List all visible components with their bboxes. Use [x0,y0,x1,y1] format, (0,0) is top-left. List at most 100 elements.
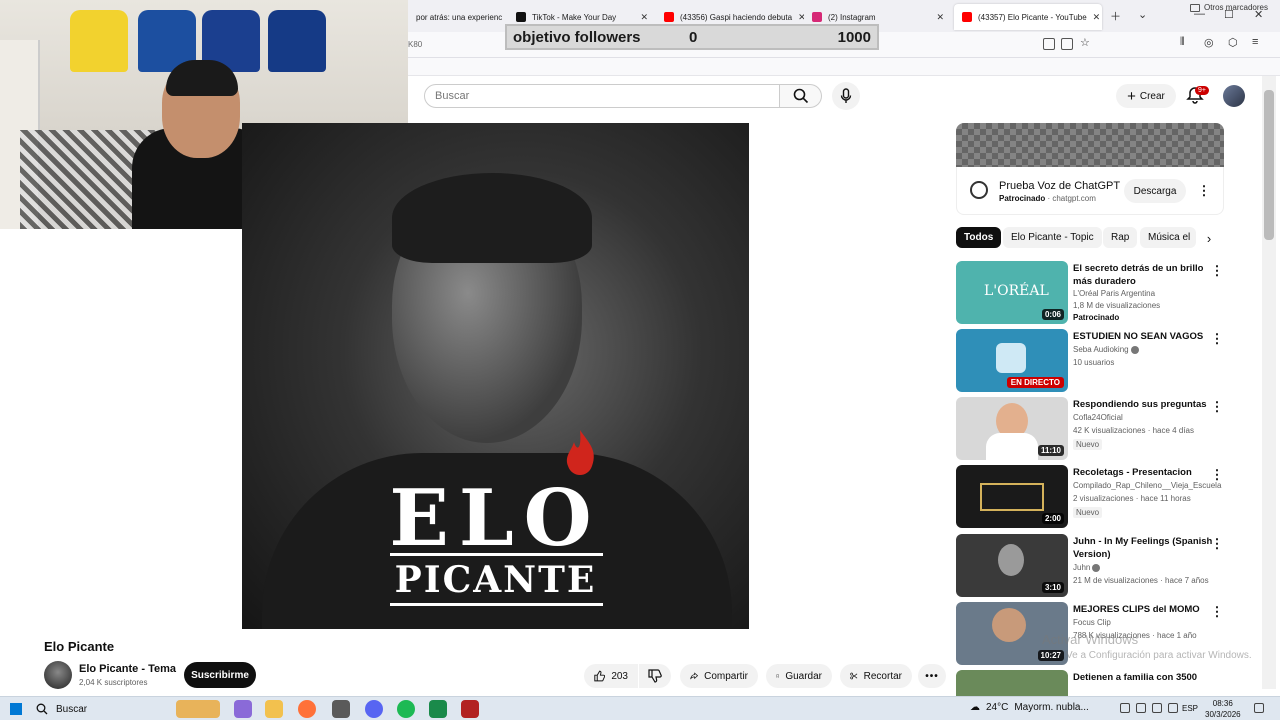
recommendation-item[interactable]: 2:00 Recoletags - Presentacion Compilado… [956,465,1226,529]
taskbar-widget-image[interactable] [176,700,220,718]
share-button[interactable]: Compartir [680,664,758,688]
taskbar-weather[interactable]: ☁ 24°C Mayorm. nubla... [970,702,1089,713]
close-icon[interactable]: ✕ [640,12,648,23]
account-avatar[interactable] [1223,85,1245,107]
video-title[interactable]: Juhn - In My Feelings (Spanish Version) [1073,535,1223,561]
channel-avatar[interactable] [44,661,72,689]
recommendation-item[interactable]: L'ORÉAL 0:06 El secreto detrás de un bri… [956,261,1226,325]
search-button[interactable] [780,84,822,108]
bookmark-star-icon[interactable]: ☆ [1080,36,1090,49]
more-vertical-icon[interactable]: ⋮ [1197,184,1211,198]
file-explorer-icon[interactable] [265,700,283,718]
save-label: Guardar [785,670,822,682]
more-vertical-icon[interactable]: ⋮ [1210,264,1224,278]
channel-name[interactable]: Focus Clip [1073,618,1111,627]
firefox-icon[interactable] [298,700,316,718]
recommendation-item[interactable]: 3:10 Juhn - In My Feelings (Spanish Vers… [956,534,1226,598]
recommendation-item[interactable]: 11:10 Respondiendo sus preguntas Cofla24… [956,397,1226,461]
search-icon [793,88,808,104]
ad-title[interactable]: Prueba Voz de ChatGPT [999,180,1120,192]
scrollbar-thumb[interactable] [1264,90,1274,240]
browser-tab-1[interactable]: por atrás: una experienc ✕ [408,4,508,30]
subscriber-count: 2,04 K suscriptores [79,678,148,687]
copilot-icon[interactable] [234,700,252,718]
recommendation-item[interactable]: Detienen a familia con 3500 [956,670,1226,696]
extensions-icon[interactable]: ⬡ [1228,36,1238,49]
like-button[interactable]: 203 [584,664,638,688]
video-title[interactable]: MEJORES CLIPS del MOMO [1073,603,1223,616]
video-thumbnail[interactable]: L'ORÉAL 0:06 [956,261,1068,324]
dislike-button[interactable] [639,664,671,688]
video-duration: 0:06 [1041,309,1064,320]
close-icon[interactable]: ✕ [936,12,944,23]
close-icon[interactable]: ✕ [1093,12,1101,23]
channel-row[interactable]: Juhn [1073,563,1101,572]
video-thumbnail[interactable]: 11:10 [956,397,1068,460]
create-button[interactable]: + Crear [1116,84,1176,108]
chevron-right-icon[interactable]: › [1200,228,1218,248]
app-icon-green[interactable] [429,700,447,718]
video-title[interactable]: Respondiendo sus preguntas [1073,398,1223,411]
video-meta: 10 usuarios [1073,358,1115,367]
channel-row[interactable]: Seba Audioking [1073,345,1139,354]
app-icon[interactable] [332,700,350,718]
channel-name[interactable]: Compilado_Rap_Chileno__Vieja_Escuela [1073,481,1221,490]
url-fragment[interactable]: K80 [408,40,422,49]
clip-button[interactable]: Recortar [840,664,912,688]
voice-search-button[interactable] [832,82,860,110]
discord-icon[interactable] [365,700,383,718]
windows-start-icon[interactable] [10,703,22,715]
thumbs-up-icon [594,670,606,682]
app-icon-red[interactable] [461,700,479,718]
spotify-icon[interactable] [397,700,415,718]
ad-download-button[interactable]: Descarga [1124,179,1186,203]
notification-center-icon[interactable] [1254,703,1264,713]
thumb-frame [980,483,1044,511]
library-icon[interactable]: ⫴ [1180,36,1185,49]
more-vertical-icon[interactable]: ⋮ [1210,605,1224,619]
recommendation-item[interactable]: EN DIRECTO ESTUDIEN NO SEAN VAGOS Seba A… [956,329,1226,393]
channel-name[interactable]: Cofla24Oficial [1073,413,1123,422]
video-title[interactable]: Recoletags - Presentacion [1073,466,1223,479]
input-language[interactable]: ESP [1182,704,1198,713]
more-actions-button[interactable]: ••• [918,664,946,688]
scissors-icon [850,672,858,680]
save-button[interactable]: Guardar [766,664,832,688]
video-thumbnail[interactable]: EN DIRECTO [956,329,1068,392]
video-player[interactable]: ELO PICANTE [242,123,749,629]
taskbar-clock[interactable]: 08:36 30/3/2026 [1205,698,1241,720]
tab-list-icon[interactable]: ⌄ [1138,8,1147,21]
chip-rap[interactable]: Rap [1103,227,1138,248]
account-icon[interactable]: ◎ [1204,36,1214,49]
chip-elo-picante-topic[interactable]: Elo Picante - Topic [1003,227,1102,248]
audioking-logo [996,343,1026,373]
video-thumbnail[interactable]: 2:00 [956,465,1068,528]
more-vertical-icon[interactable]: ⋮ [1210,468,1224,482]
chip-all[interactable]: Todos [956,227,1002,248]
channel-name[interactable]: L'Oréal Paris Argentina [1073,289,1155,298]
windows-activation-hint: Ve a Configuración para activar Windows. [1066,650,1252,661]
video-thumbnail[interactable] [956,670,1068,696]
more-vertical-icon[interactable]: ⋮ [1210,400,1224,414]
screenshot-icon[interactable] [1043,38,1055,50]
other-bookmarks[interactable]: Otros marcadores [1189,3,1268,12]
video-title[interactable]: Detienen a familia con 3500 [1073,671,1223,684]
more-vertical-icon[interactable]: ⋮ [1210,537,1224,551]
more-vertical-icon[interactable]: ⋮ [1210,332,1224,346]
new-tab-icon[interactable]: ＋ [1110,8,1121,24]
volume-icon[interactable] [1152,703,1162,713]
subscribe-button[interactable]: Suscribirme [184,662,256,688]
ad-banner-image[interactable] [956,123,1224,167]
battery-icon[interactable] [1168,703,1178,713]
menu-icon[interactable]: ≡ [1252,36,1258,48]
browser-tab-elo-picante[interactable]: (43357) Elo Picante - YouTube ✕ [954,4,1102,30]
pocket-icon[interactable] [1061,38,1073,50]
tray-icon[interactable] [1120,703,1130,713]
chip-music[interactable]: Música el [1140,227,1196,248]
network-icon[interactable] [1136,703,1146,713]
video-thumbnail[interactable]: 3:10 [956,534,1068,597]
channel-name[interactable]: Elo Picante - Tema [79,663,176,675]
search-input[interactable]: Buscar [424,84,780,108]
video-title[interactable]: ESTUDIEN NO SEAN VAGOS [1073,330,1223,343]
video-title[interactable]: El secreto detrás de un brillo más durad… [1073,262,1223,288]
